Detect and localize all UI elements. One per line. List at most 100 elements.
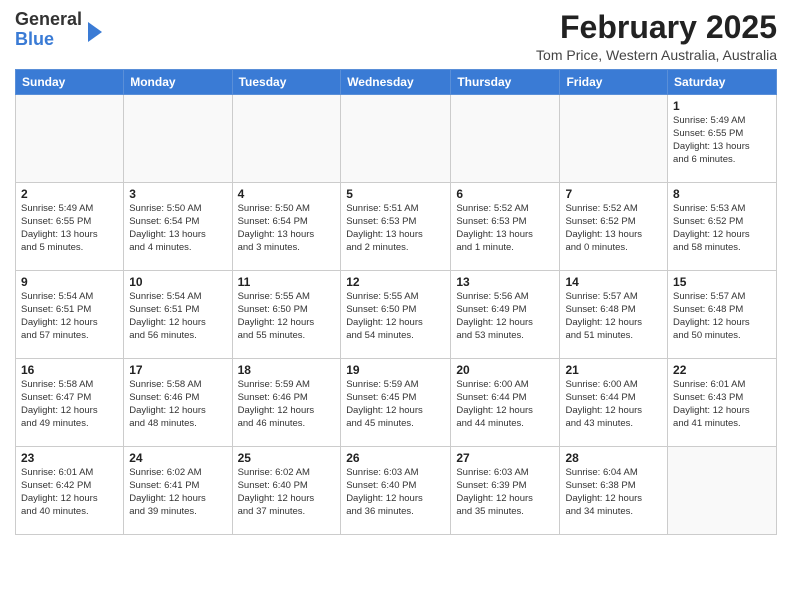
day-cell: 24 Sunrise: 6:02 AMSunset: 6:41 PMDayligh… [124, 447, 232, 535]
day-cell: 26 Sunrise: 6:03 AMSunset: 6:40 PMDayligh… [341, 447, 451, 535]
day-number: 18 [238, 363, 336, 377]
weekday-header-row: SundayMondayTuesdayWednesdayThursdayFrid… [16, 70, 777, 95]
week-row-3: 9Sunrise: 5:54 AMSunset: 6:51 PMDaylight… [16, 271, 777, 359]
day-cell: 23 Sunrise: 6:01 AMSunset: 6:42 PMDayligh… [16, 447, 124, 535]
week-row-4: 16 Sunrise: 5:58 AMSunset: 6:47 PMDayligh… [16, 359, 777, 447]
day-info: Sunrise: 5:56 AMSunset: 6:49 PMDaylight:… [456, 291, 554, 342]
logo-arrow-icon [88, 22, 102, 42]
weekday-sunday: Sunday [16, 70, 124, 95]
location: Tom Price, Western Australia, Australia [536, 47, 777, 63]
day-cell [341, 95, 451, 183]
day-cell: 27Sunrise: 6:03 AMSunset: 6:39 PMDayligh… [451, 447, 560, 535]
day-info: Sunrise: 6:00 AMSunset: 6:44 PMDaylight:… [565, 379, 662, 430]
day-number: 3 [129, 187, 226, 201]
day-number: 24 [129, 451, 226, 465]
day-cell: 13 Sunrise: 5:56 AMSunset: 6:49 PMDayligh… [451, 271, 560, 359]
day-number: 23 [21, 451, 118, 465]
day-number: 8 [673, 187, 771, 201]
day-cell: 1 Sunrise: 5:49 AMSunset: 6:55 PMDaylight… [668, 95, 777, 183]
day-number: 26 [346, 451, 445, 465]
day-info: Sunrise: 5:50 AMSunset: 6:54 PMDaylight:… [129, 203, 226, 254]
day-number: 1 [673, 99, 771, 113]
day-cell: 19Sunrise: 5:59 AMSunset: 6:45 PMDayligh… [341, 359, 451, 447]
day-cell: 8 Sunrise: 5:53 AMSunset: 6:52 PMDaylight… [668, 183, 777, 271]
day-info: Sunrise: 5:52 AMSunset: 6:52 PMDaylight:… [565, 203, 662, 254]
weekday-thursday: Thursday [451, 70, 560, 95]
day-cell [124, 95, 232, 183]
day-info: Sunrise: 6:03 AMSunset: 6:39 PMDaylight:… [456, 467, 554, 518]
day-cell: 6 Sunrise: 5:52 AMSunset: 6:53 PMDaylight… [451, 183, 560, 271]
day-cell: 12Sunrise: 5:55 AMSunset: 6:50 PMDayligh… [341, 271, 451, 359]
page: General Blue February 2025 Tom Price, We… [0, 0, 792, 612]
day-number: 17 [129, 363, 226, 377]
day-number: 11 [238, 275, 336, 289]
day-info: Sunrise: 6:01 AMSunset: 6:42 PMDaylight:… [21, 467, 118, 518]
day-info: Sunrise: 5:53 AMSunset: 6:52 PMDaylight:… [673, 203, 771, 254]
calendar: SundayMondayTuesdayWednesdayThursdayFrid… [15, 69, 777, 535]
day-info: Sunrise: 5:59 AMSunset: 6:46 PMDaylight:… [238, 379, 336, 430]
day-number: 25 [238, 451, 336, 465]
weekday-monday: Monday [124, 70, 232, 95]
day-cell: 25Sunrise: 6:02 AMSunset: 6:40 PMDayligh… [232, 447, 341, 535]
day-cell: 2 Sunrise: 5:49 AMSunset: 6:55 PMDaylight… [16, 183, 124, 271]
day-cell [451, 95, 560, 183]
day-info: Sunrise: 6:01 AMSunset: 6:43 PMDaylight:… [673, 379, 771, 430]
day-info: Sunrise: 5:49 AMSunset: 6:55 PMDaylight:… [673, 115, 771, 166]
day-number: 16 [21, 363, 118, 377]
day-info: Sunrise: 5:52 AMSunset: 6:53 PMDaylight:… [456, 203, 554, 254]
day-number: 6 [456, 187, 554, 201]
day-cell: 20Sunrise: 6:00 AMSunset: 6:44 PMDayligh… [451, 359, 560, 447]
weekday-wednesday: Wednesday [341, 70, 451, 95]
day-number: 13 [456, 275, 554, 289]
weekday-tuesday: Tuesday [232, 70, 341, 95]
day-number: 22 [673, 363, 771, 377]
day-cell: 16 Sunrise: 5:58 AMSunset: 6:47 PMDayligh… [16, 359, 124, 447]
day-cell: 22 Sunrise: 6:01 AMSunset: 6:43 PMDayligh… [668, 359, 777, 447]
day-cell: 7 Sunrise: 5:52 AMSunset: 6:52 PMDaylight… [560, 183, 668, 271]
day-cell: 21 Sunrise: 6:00 AMSunset: 6:44 PMDayligh… [560, 359, 668, 447]
day-info: Sunrise: 5:50 AMSunset: 6:54 PMDaylight:… [238, 203, 336, 254]
title-block: February 2025 Tom Price, Western Austral… [536, 10, 777, 63]
day-cell: 3 Sunrise: 5:50 AMSunset: 6:54 PMDaylight… [124, 183, 232, 271]
day-info: Sunrise: 6:03 AMSunset: 6:40 PMDaylight:… [346, 467, 445, 518]
day-number: 5 [346, 187, 445, 201]
day-cell [16, 95, 124, 183]
weekday-friday: Friday [560, 70, 668, 95]
day-cell: 5 Sunrise: 5:51 AMSunset: 6:53 PMDaylight… [341, 183, 451, 271]
day-info: Sunrise: 5:58 AMSunset: 6:47 PMDaylight:… [21, 379, 118, 430]
day-cell: 14 Sunrise: 5:57 AMSunset: 6:48 PMDayligh… [560, 271, 668, 359]
day-cell: 15Sunrise: 5:57 AMSunset: 6:48 PMDayligh… [668, 271, 777, 359]
day-cell: 28 Sunrise: 6:04 AMSunset: 6:38 PMDayligh… [560, 447, 668, 535]
day-info: Sunrise: 5:49 AMSunset: 6:55 PMDaylight:… [21, 203, 118, 254]
day-info: Sunrise: 5:54 AMSunset: 6:51 PMDaylight:… [21, 291, 118, 342]
day-number: 4 [238, 187, 336, 201]
day-number: 14 [565, 275, 662, 289]
day-cell: 11Sunrise: 5:55 AMSunset: 6:50 PMDayligh… [232, 271, 341, 359]
day-cell: 4 Sunrise: 5:50 AMSunset: 6:54 PMDaylight… [232, 183, 341, 271]
day-cell: 18 Sunrise: 5:59 AMSunset: 6:46 PMDayligh… [232, 359, 341, 447]
week-row-5: 23 Sunrise: 6:01 AMSunset: 6:42 PMDayligh… [16, 447, 777, 535]
day-info: Sunrise: 5:59 AMSunset: 6:45 PMDaylight:… [346, 379, 445, 430]
logo: General Blue [15, 10, 102, 50]
day-number: 2 [21, 187, 118, 201]
day-cell [232, 95, 341, 183]
day-info: Sunrise: 6:02 AMSunset: 6:41 PMDaylight:… [129, 467, 226, 518]
week-row-2: 2 Sunrise: 5:49 AMSunset: 6:55 PMDaylight… [16, 183, 777, 271]
day-cell: 9Sunrise: 5:54 AMSunset: 6:51 PMDaylight… [16, 271, 124, 359]
day-cell: 17 Sunrise: 5:58 AMSunset: 6:46 PMDayligh… [124, 359, 232, 447]
day-number: 28 [565, 451, 662, 465]
day-info: Sunrise: 5:58 AMSunset: 6:46 PMDaylight:… [129, 379, 226, 430]
day-info: Sunrise: 5:57 AMSunset: 6:48 PMDaylight:… [565, 291, 662, 342]
weekday-saturday: Saturday [668, 70, 777, 95]
day-number: 21 [565, 363, 662, 377]
week-row-1: 1 Sunrise: 5:49 AMSunset: 6:55 PMDaylight… [16, 95, 777, 183]
header: General Blue February 2025 Tom Price, We… [15, 10, 777, 63]
day-info: Sunrise: 5:51 AMSunset: 6:53 PMDaylight:… [346, 203, 445, 254]
day-info: Sunrise: 6:00 AMSunset: 6:44 PMDaylight:… [456, 379, 554, 430]
day-number: 15 [673, 275, 771, 289]
day-number: 7 [565, 187, 662, 201]
day-number: 10 [129, 275, 226, 289]
day-cell: 10Sunrise: 5:54 AMSunset: 6:51 PMDayligh… [124, 271, 232, 359]
day-info: Sunrise: 6:04 AMSunset: 6:38 PMDaylight:… [565, 467, 662, 518]
day-number: 12 [346, 275, 445, 289]
